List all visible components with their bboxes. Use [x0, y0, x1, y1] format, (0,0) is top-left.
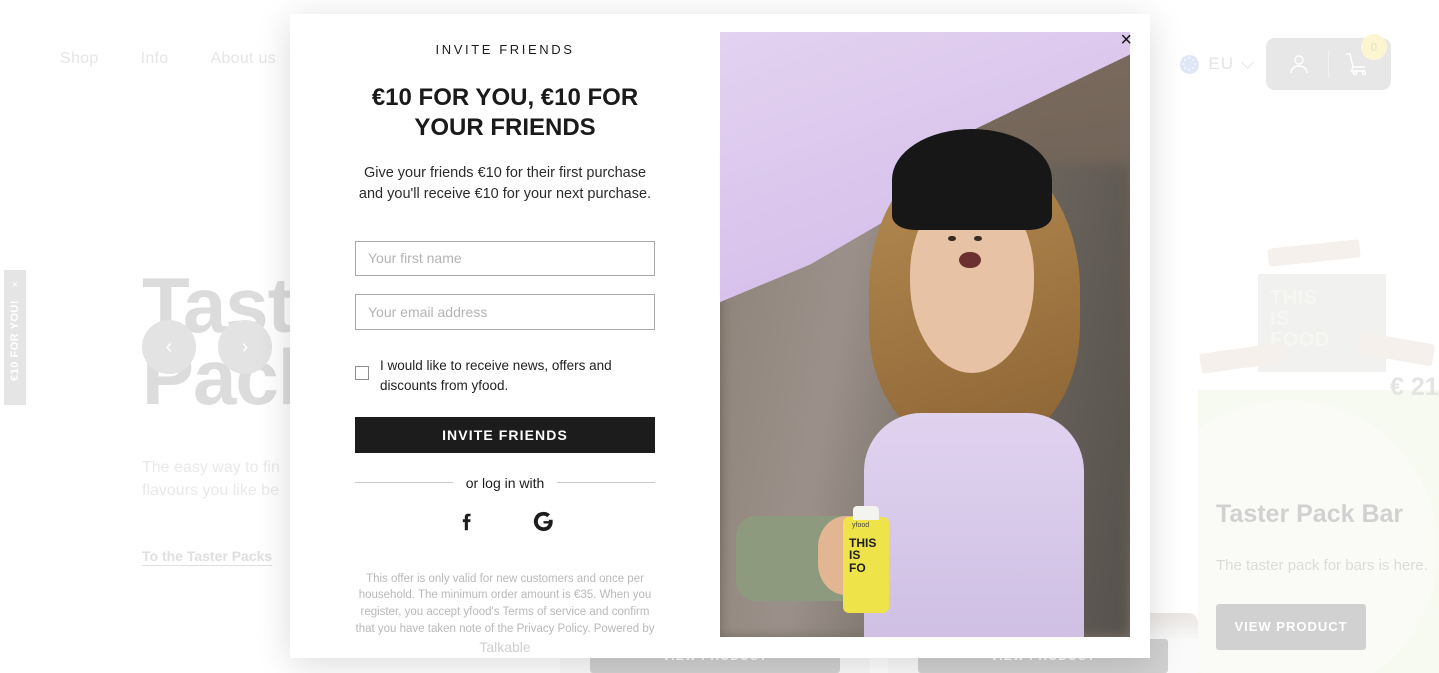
eu-flag-icon: [1180, 54, 1200, 74]
close-icon[interactable]: ×: [1120, 30, 1132, 50]
person-beanie: [891, 128, 1053, 231]
talkable-brand: Talkable: [479, 639, 531, 656]
divider: [1328, 51, 1329, 77]
side-tab-label: €10 FOR YOU!: [9, 300, 21, 381]
or-label: or log in with: [465, 474, 545, 491]
consent-checkbox[interactable]: [355, 365, 369, 380]
email-input[interactable]: [355, 294, 655, 330]
user-account-icon[interactable]: [1282, 47, 1316, 81]
right-product-card[interactable]: Taster Pack Bar The taster pack for bars…: [1198, 390, 1439, 673]
google-icon[interactable]: [530, 509, 556, 535]
product-bar: [1267, 239, 1361, 267]
or-divider: or log in with: [355, 475, 655, 491]
invite-friends-modal: × INVITE FRIENDS €10 FOR YOU, €10 FOR YO…: [290, 14, 1150, 658]
nav-link-info[interactable]: Info: [141, 50, 169, 68]
bottle-label-text: THIS IS FO: [849, 535, 877, 575]
divider-line: [557, 482, 655, 484]
modal-form-panel: INVITE FRIENDS €10 FOR YOU, €10 FOR YOUR…: [290, 14, 720, 658]
side-tab-close-icon[interactable]: ×: [12, 280, 18, 291]
person-mouth: [959, 251, 981, 269]
facebook-icon[interactable]: [454, 509, 480, 535]
modal-image-panel: yfood THIS IS FO: [720, 14, 1150, 658]
bottle-cap: [853, 505, 879, 520]
right-card-description: The taster pack for bars is here.: [1216, 557, 1428, 574]
chevron-down-icon: [1241, 55, 1254, 69]
carousel-controls: ‹ ›: [142, 320, 272, 374]
right-card-title: Taster Pack Bar: [1216, 500, 1404, 528]
consent-row[interactable]: I would like to receive news, offers and…: [355, 356, 655, 395]
invite-friends-button[interactable]: INVITE FRIENDS: [355, 417, 655, 453]
account-cart-group: 0: [1266, 34, 1391, 90]
promo-side-tab[interactable]: × €10 FOR YOU!: [4, 270, 26, 405]
nav-link-about-us[interactable]: About us: [210, 50, 276, 68]
chevron-right-icon: ›: [241, 336, 249, 358]
view-product-button[interactable]: VIEW PRODUCT: [1216, 603, 1366, 650]
hero-cta-link[interactable]: To the Taster Packs: [142, 548, 272, 564]
chevron-left-icon: ‹: [165, 336, 173, 358]
first-name-input[interactable]: [355, 240, 655, 277]
modal-title: €10 FOR YOU, €10 FOR YOUR FRIENDS: [371, 84, 639, 142]
divider-line: [355, 482, 453, 484]
social-login-row: [454, 509, 556, 535]
nav-link-shop[interactable]: Shop: [60, 50, 99, 68]
carousel-prev-button[interactable]: ‹: [142, 320, 196, 374]
main-navigation: Shop Info About us: [60, 50, 276, 68]
product-bottle: yfood THIS IS FO: [843, 505, 889, 613]
cart-count-badge: 0: [1361, 34, 1387, 60]
region-label: EU: [1208, 54, 1234, 73]
header-actions: EU 0: [1180, 34, 1391, 90]
person-eye-right: [974, 235, 982, 241]
region-selector[interactable]: EU: [1180, 54, 1254, 74]
fineprint-text: This offer is only valid for new custome…: [355, 572, 655, 635]
right-card-price: € 21,: [1390, 373, 1439, 401]
person-eye-left: [948, 235, 956, 241]
promo-photo: yfood THIS IS FO: [720, 32, 1130, 637]
photo-person: [859, 128, 1089, 637]
right-product-photo: THIS IS FOOD: [1190, 230, 1439, 395]
page-root: Shop Info About us EU 0 × €10 FOR YOU! T…: [0, 0, 1439, 673]
bottle-brand-label: yfood: [852, 521, 870, 529]
modal-description: Give your friends €10 for their first pu…: [358, 165, 652, 203]
modal-eyebrow: INVITE FRIENDS: [435, 42, 575, 57]
modal-fineprint: This offer is only valid for new custome…: [355, 571, 655, 658]
carousel-next-button[interactable]: ›: [218, 320, 272, 374]
person-sweater: [863, 413, 1085, 637]
consent-label: I would like to receive news, offers and…: [380, 357, 612, 393]
